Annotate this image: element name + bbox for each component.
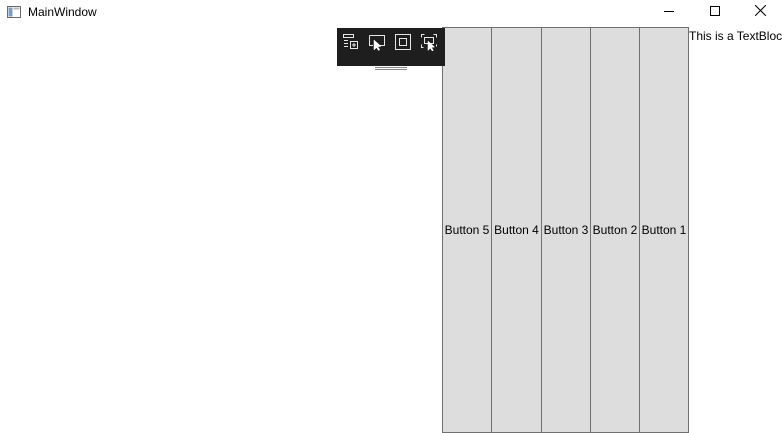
toolbar-grip[interactable]	[375, 58, 407, 70]
live-visual-tree-button[interactable]	[340, 33, 362, 56]
text-block: This is a TextBlock	[689, 29, 782, 43]
button-5[interactable]: Button 5	[442, 27, 492, 433]
maximize-button[interactable]	[692, 0, 738, 24]
button-4[interactable]: Button 4	[491, 27, 542, 433]
live-visual-tree-icon	[342, 33, 360, 56]
track-focused-element-button[interactable]	[418, 33, 440, 56]
title-bar[interactable]: MainWindow	[0, 0, 782, 24]
select-element-button[interactable]	[366, 34, 388, 54]
minimize-icon	[664, 3, 674, 21]
track-focused-element-icon	[420, 33, 438, 56]
app-window-icon	[7, 5, 21, 18]
maximize-icon	[710, 3, 720, 21]
display-layout-adorners-button[interactable]	[392, 33, 414, 56]
button-1[interactable]: Button 1	[639, 27, 689, 433]
button-2[interactable]: Button 2	[590, 27, 640, 433]
button-stack-panel: Button 5 Button 4 Button 3 Button 2 Butt…	[442, 27, 689, 433]
minimize-button[interactable]	[646, 0, 692, 24]
display-layout-adorners-icon	[394, 33, 412, 56]
select-element-icon	[368, 33, 386, 56]
main-window: MainWindow Button 5 Button 4 Button 3 Bu…	[0, 0, 782, 433]
window-title: MainWindow	[28, 5, 97, 19]
button-3[interactable]: Button 3	[541, 27, 591, 433]
xaml-debug-toolbar[interactable]	[337, 28, 445, 70]
close-icon	[754, 3, 766, 21]
close-button[interactable]	[737, 0, 782, 24]
